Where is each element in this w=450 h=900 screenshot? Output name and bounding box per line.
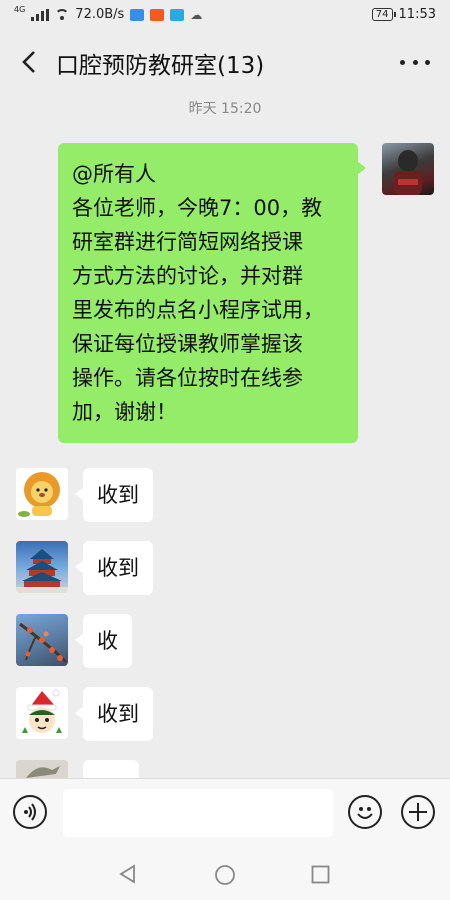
message-input[interactable] (63, 789, 333, 837)
own-avatar[interactable] (382, 143, 434, 195)
cartoon-boy-avatar-icon (22, 689, 62, 733)
message-line: 研室群进行简短网络授课 (72, 230, 303, 254)
chat-title: 口腔预防教研室(13) (56, 53, 265, 79)
message-line: 保证每位授课教师掌握该 (72, 332, 303, 356)
cloud-icon: ☁ (190, 7, 203, 22)
temple-avatar-icon (16, 549, 68, 593)
own-message-bubble[interactable]: @所有人 各位老师，今晚7：00，教 研室群进行简短网络授课 方式方法的讨论，并… (58, 143, 366, 443)
wifi-icon (55, 8, 70, 21)
chat-timestamp: 昨天 15:20 (188, 101, 262, 117)
network-speed: 72.0B/s (75, 7, 125, 22)
message-line: 加，谢谢！ (72, 400, 177, 424)
message-input-bar (0, 778, 450, 847)
smiley-face-icon (357, 807, 373, 819)
received-message-bubble[interactable]: 收到 (75, 541, 153, 595)
received-message-bubble-partial[interactable] (83, 760, 139, 778)
plus-icon (409, 803, 427, 821)
system-navigation-bar (0, 846, 450, 900)
sender-avatar[interactable] (16, 541, 68, 593)
status-left: 4G 72.0B/s ☁ (14, 5, 203, 22)
app-notification-icon (170, 8, 185, 21)
network-label: 4G (14, 5, 26, 14)
message-text: 收 (97, 629, 118, 653)
nav-recents-icon[interactable] (311, 865, 330, 884)
battery-level: 74 (375, 9, 389, 20)
flower-branch-avatar-icon (19, 622, 68, 664)
message-line: 各位老师，今晚7：00，教 (72, 196, 323, 220)
signal-icon (31, 8, 50, 21)
sender-avatar[interactable] (16, 760, 68, 778)
chat-header: 口腔预防教研室(13) (0, 30, 450, 94)
received-message-bubble[interactable]: 收到 (75, 687, 153, 741)
voice-input-icon[interactable] (13, 795, 47, 829)
app-notification-icon (150, 8, 165, 21)
nav-back-icon[interactable] (118, 864, 138, 884)
message-line: 里发布的点名小程序试用， (72, 298, 324, 322)
message-line: 方式方法的讨论，并对群 (72, 264, 303, 288)
lion-avatar-icon (18, 472, 60, 517)
sender-avatar[interactable] (16, 687, 68, 739)
app-notification-icon (130, 8, 145, 21)
sender-avatar[interactable] (16, 614, 68, 666)
figure-silhouette-icon (394, 150, 422, 195)
more-actions-plus-icon[interactable] (401, 795, 435, 829)
more-options-icon[interactable] (400, 48, 430, 76)
battery-icon: 74 (371, 8, 396, 21)
nav-home-icon[interactable] (214, 864, 236, 886)
message-line: @所有人 (72, 162, 156, 186)
clock: 11:53 (398, 7, 436, 22)
received-message-bubble[interactable]: 收到 (75, 468, 153, 522)
message-text: 收到 (97, 556, 139, 580)
message-text: 收到 (97, 702, 139, 726)
bird-avatar-icon (26, 766, 60, 778)
received-message-bubble[interactable]: 收 (75, 614, 132, 668)
message-text: 收到 (97, 483, 139, 507)
emoji-icon[interactable] (348, 795, 382, 829)
sound-waves-icon (24, 803, 36, 821)
message-line: 操作。请各位按时在线参 (72, 366, 303, 390)
back-icon[interactable] (16, 48, 44, 76)
status-right: 74 11:53 (371, 7, 436, 22)
sender-avatar[interactable] (16, 468, 68, 520)
status-bar: 4G 72.0B/s ☁ 74 11:53 (0, 0, 450, 30)
